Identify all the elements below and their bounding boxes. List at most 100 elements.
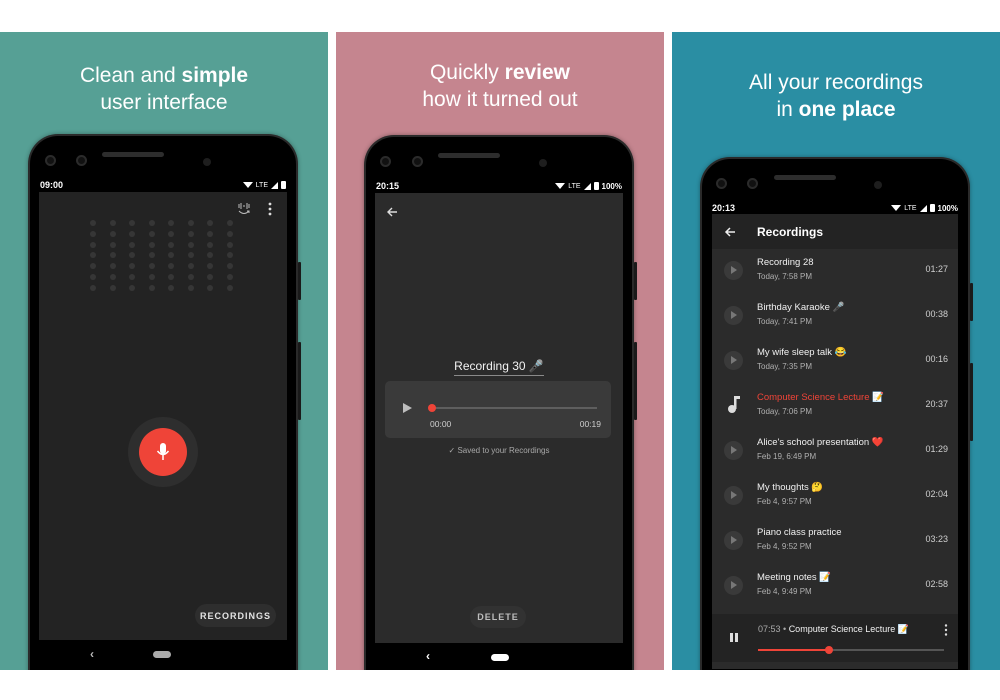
front-camera [380,156,391,167]
back-arrow-icon[interactable] [724,226,736,238]
waveform-dot [226,230,233,237]
recording-duration: 01:29 [925,444,948,454]
recording-list-item[interactable]: My thoughts 🤔 Feb 4, 9:57 PM 02:04 [712,474,958,519]
headline: All your recordings in one place [749,71,923,121]
now-playing-title: Computer Science Lecture 📝 [788,624,909,634]
recording-title-field[interactable]: Recording 30 🎤 [454,359,544,376]
earpiece-speaker [102,152,164,157]
recording-title: My thoughts 🤔 [757,482,824,493]
recording-list-item[interactable]: My wife sleep talk 😂 Today, 7:35 PM 00:16 [712,339,958,384]
status-bar: 09:00 LTE [40,178,286,192]
waveform-dot [187,263,194,270]
check-icon: ✓ [448,446,456,455]
home-nav-button[interactable] [153,651,171,658]
wifi-icon [555,183,566,189]
volume-button [298,342,301,420]
mini-player: 07:53 • Computer Science Lecture 📝 [712,614,958,662]
promo-panel-simple-ui: Clean and simple user interface 09:00 LT… [0,32,328,670]
waveform-dot [168,284,174,291]
play-icon[interactable] [724,351,743,370]
front-camera [76,155,87,166]
front-camera [412,156,423,167]
waveform-dot [187,220,194,226]
recording-duration: 20:37 [925,399,948,409]
waveform-dot [187,274,194,280]
recording-date: Feb 4, 9:57 PM [757,497,812,506]
recording-duration: 02:04 [925,489,948,499]
duration-time: 00:19 [579,419,601,429]
recording-list-item[interactable]: Computer Science Lecture 📝 Today, 7:06 PM… [712,384,958,429]
network-type: LTE [255,181,268,189]
waveform-dot [148,284,155,291]
nav-bar: ‹ [30,640,296,670]
recorder-screen: RECORDINGS [39,192,287,640]
waveform-dot [90,241,96,248]
waveform-dot [109,220,116,226]
recording-duration: 00:16 [925,354,948,364]
recording-list-item[interactable]: Alice's school presentation ❤️ Feb 19, 6:… [712,429,958,474]
delete-button[interactable]: DELETE [470,606,526,628]
waveform-dot [109,274,116,280]
play-icon[interactable] [724,441,743,460]
volume-button [970,363,973,441]
waveform-dot [226,241,233,248]
waveform-dot [148,252,155,259]
battery-percent: 100% [937,203,958,213]
waveform-dot [109,230,116,237]
play-icon[interactable] [724,576,743,595]
battery-icon [281,181,286,189]
play-icon[interactable] [724,306,743,325]
review-screen: Recording 30 🎤 00:00 00:19 ✓ Saved to yo… [375,193,623,643]
recording-list-item[interactable]: Piano class practice Feb 4, 9:52 PM 03:23 [712,519,958,564]
battery-icon [593,182,599,190]
waveform-dot [109,263,116,270]
recording-duration: 01:27 [925,264,948,274]
network-type: LTE [568,182,581,190]
back-nav-icon[interactable]: ‹ [90,647,94,661]
recording-list-item[interactable]: Birthday Karaoke 🎤 Today, 7:41 PM 00:38 [712,294,958,339]
headline: Clean and simple user interface [79,64,249,114]
home-nav-button[interactable] [491,654,509,661]
waveform-dot [90,220,96,226]
waveform-dot [226,284,233,291]
recordings-button[interactable]: RECORDINGS [195,604,276,627]
waveform-dot [226,252,233,259]
waveform-dot [148,230,155,237]
play-icon[interactable] [724,531,743,550]
network-type: LTE [904,204,917,212]
play-icon[interactable] [724,261,743,280]
more-vert-icon[interactable] [944,624,948,636]
earpiece-speaker [774,175,836,180]
status-bar: 20:15 LTE 100% [376,179,622,193]
record-button[interactable] [139,428,187,476]
seek-bar[interactable] [432,407,597,409]
waveform-dot [90,263,96,270]
audio-format-icon[interactable] [236,201,252,217]
play-icon[interactable] [724,486,743,505]
app-bar: Recordings [712,214,958,249]
recording-list-item[interactable]: Meeting notes 📝 Feb 4, 9:49 PM 02:58 [712,564,958,609]
waveform-dot [168,230,174,237]
waveform-dot [226,220,233,226]
play-icon[interactable] [403,403,412,413]
waveform-dot [109,241,116,248]
saved-status: ✓ Saved to your Recordings [448,446,550,455]
waveform-dot [187,252,194,259]
recording-list-item[interactable]: Recording 28 Today, 7:58 PM 01:27 [712,249,958,294]
waveform-dot [226,263,233,270]
more-vert-icon[interactable] [268,202,272,216]
recording-date: Feb 4, 9:49 PM [757,587,812,596]
back-arrow-icon[interactable] [386,206,398,218]
waveform-dot [168,220,174,226]
earpiece-speaker [438,153,500,158]
waveform-dot [129,263,135,270]
back-nav-icon[interactable]: ‹ [426,649,430,663]
headline: Quickly review how it turned out [422,61,578,111]
promo-panel-review: Quickly review how it turned out 20:15 L… [336,32,664,670]
seek-thumb[interactable] [428,404,436,412]
waveform-dot [90,252,96,259]
waveform-dot [207,274,213,280]
playback-seek-thumb[interactable] [824,646,833,654]
music-note-icon [728,396,740,413]
pause-icon[interactable] [730,633,738,642]
